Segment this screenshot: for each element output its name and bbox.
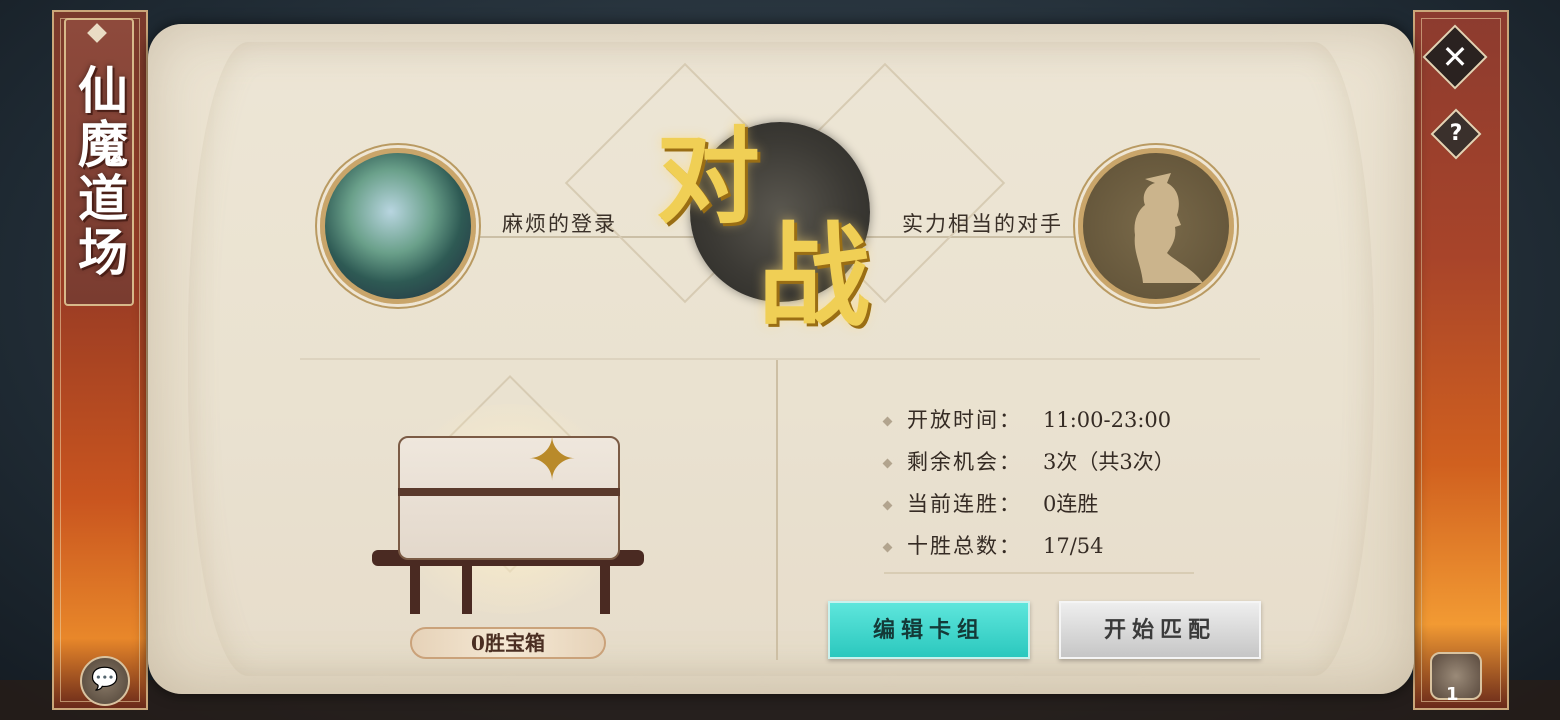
info-value: 3次（共3次）: [1043, 450, 1175, 474]
info-row-streak: 当前连胜： 0连胜: [882, 488, 1099, 518]
bullet-icon: [882, 542, 893, 553]
help-icon[interactable]: ?: [1438, 116, 1474, 152]
vertical-divider: [776, 360, 778, 660]
bag-count-badge: 1: [1446, 684, 1459, 705]
chest-leg-right: [600, 556, 610, 614]
chest-leg-mid: [462, 556, 472, 614]
info-label: 当前连胜：: [907, 492, 1022, 516]
opponent-name: 实力相当的对手: [902, 212, 1063, 236]
info-row-ten-wins: 十胜总数： 17/54: [882, 530, 1104, 560]
info-underline: [884, 572, 1194, 574]
player-avatar: [320, 148, 476, 304]
title-plate: 仙魔道场: [64, 18, 134, 306]
chest-label: 0胜宝箱: [410, 627, 606, 659]
info-value: 11:00-23:00: [1043, 408, 1172, 432]
bullet-icon: [882, 458, 893, 469]
opponent-avatar-silhouette: [1078, 148, 1234, 304]
bullet-icon: [882, 416, 893, 427]
silhouette-icon: [1134, 173, 1203, 283]
info-label: 剩余机会：: [907, 450, 1022, 474]
edit-deck-button[interactable]: 编辑卡组: [828, 601, 1030, 659]
info-row-open-time: 开放时间： 11:00-23:00: [882, 404, 1172, 434]
info-row-remaining: 剩余机会： 3次（共3次）: [882, 446, 1175, 476]
info-value: 0连胜: [1043, 492, 1099, 516]
deer-head-lock-icon: ✦: [526, 425, 578, 495]
player-name: 麻烦的登录: [502, 212, 617, 236]
start-match-button[interactable]: 开始匹配: [1059, 601, 1261, 659]
chat-button[interactable]: 💬: [80, 656, 130, 706]
info-value: 17/54: [1043, 534, 1104, 558]
close-icon[interactable]: ✕: [1432, 34, 1478, 80]
bullet-icon: [882, 500, 893, 511]
versus-char-2: 战: [758, 211, 870, 342]
info-label: 开放时间：: [907, 408, 1022, 432]
chest-leg-left: [410, 556, 420, 614]
info-label: 十胜总数：: [907, 534, 1022, 558]
page-title: 仙魔道场: [70, 64, 129, 280]
versus-char-1: 对: [656, 115, 761, 238]
section-divider: [300, 358, 1260, 360]
